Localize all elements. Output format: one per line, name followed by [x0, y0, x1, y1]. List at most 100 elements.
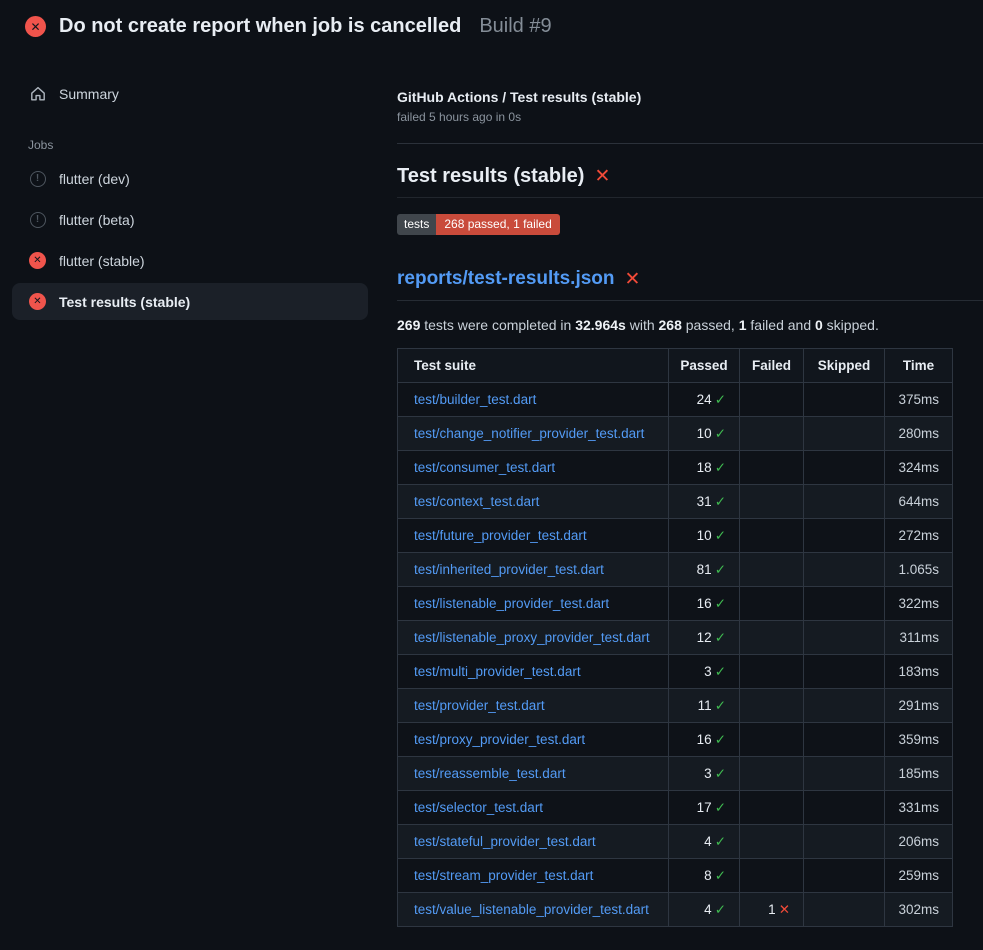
sidebar-job-label: Test results (stable) — [59, 294, 190, 310]
x-icon: ✕ — [779, 902, 790, 917]
suite-link[interactable]: test/builder_test.dart — [414, 392, 536, 407]
build-number: Build #9 — [479, 15, 551, 38]
run-meta: failed 5 hours ago in 0s — [397, 110, 983, 124]
x-circle-icon: ✕ — [29, 293, 46, 310]
summary-segment: skipped. — [823, 317, 879, 333]
check-icon: ✓ — [715, 766, 726, 781]
check-icon: ✓ — [715, 800, 726, 815]
check-icon: ✓ — [715, 494, 726, 509]
check-icon: ✓ — [715, 562, 726, 577]
suite-link[interactable]: test/future_provider_test.dart — [414, 528, 587, 543]
sidebar-item-flutter-beta[interactable]: ! flutter (beta) — [12, 201, 368, 238]
table-row: test/provider_test.dart11✓291ms — [398, 689, 953, 723]
summary-segment: 32.964s — [575, 317, 626, 333]
time-value: 302ms — [885, 893, 953, 927]
check-icon: ✓ — [715, 902, 726, 917]
time-value: 322ms — [885, 587, 953, 621]
check-icon: ✓ — [715, 698, 726, 713]
column-header-test-suite: Test suite — [398, 349, 669, 383]
time-value: 644ms — [885, 485, 953, 519]
time-value: 1.065s — [885, 553, 953, 587]
check-icon: ✓ — [715, 392, 726, 407]
table-row: test/change_notifier_provider_test.dart1… — [398, 417, 953, 451]
suite-link[interactable]: test/multi_provider_test.dart — [414, 664, 581, 679]
suite-link[interactable]: test/stream_provider_test.dart — [414, 868, 593, 883]
table-row: test/context_test.dart31✓644ms — [398, 485, 953, 519]
sidebar-item-flutter-stable[interactable]: ✕ flutter (stable) — [12, 242, 368, 279]
x-circle-icon: ✕ — [25, 16, 46, 37]
check-icon: ✓ — [715, 868, 726, 883]
time-value: 291ms — [885, 689, 953, 723]
column-header-failed: Failed — [740, 349, 804, 383]
badge-value: 268 passed, 1 failed — [436, 214, 559, 235]
time-value: 185ms — [885, 757, 953, 791]
sidebar-summary-label: Summary — [59, 86, 119, 102]
build-header: ✕ Do not create report when job is cance… — [0, 0, 983, 51]
report-title-row[interactable]: reports/test-results.json ✕ — [397, 268, 983, 301]
jobs-section-label: Jobs — [28, 138, 380, 152]
sidebar-job-label: flutter (stable) — [59, 253, 145, 269]
suite-link[interactable]: test/context_test.dart — [414, 494, 539, 509]
time-value: 331ms — [885, 791, 953, 825]
time-value: 375ms — [885, 383, 953, 417]
time-value: 311ms — [885, 621, 953, 655]
suite-link[interactable]: test/reassemble_test.dart — [414, 766, 566, 781]
suite-link[interactable]: test/stateful_provider_test.dart — [414, 834, 596, 849]
suite-link[interactable]: test/inherited_provider_test.dart — [414, 562, 604, 577]
sidebar-item-summary[interactable]: Summary — [12, 75, 368, 112]
sidebar-job-label: flutter (dev) — [59, 171, 130, 187]
table-row: test/consumer_test.dart18✓324ms — [398, 451, 953, 485]
suite-link[interactable]: test/proxy_provider_test.dart — [414, 732, 585, 747]
test-results-table: Test suite Passed Failed Skipped Time te… — [397, 348, 953, 927]
suite-link[interactable]: test/consumer_test.dart — [414, 460, 555, 475]
sidebar-item-test-results-stable[interactable]: ✕ Test results (stable) — [12, 283, 368, 320]
red-x-icon: ✕ — [625, 270, 641, 289]
table-row: test/selector_test.dart17✓331ms — [398, 791, 953, 825]
check-icon: ✓ — [715, 596, 726, 611]
suite-link[interactable]: test/change_notifier_provider_test.dart — [414, 426, 644, 441]
suite-link[interactable]: test/value_listenable_provider_test.dart — [414, 902, 649, 917]
summary-segment: 0 — [815, 317, 823, 333]
divider — [397, 143, 983, 144]
time-value: 272ms — [885, 519, 953, 553]
time-value: 280ms — [885, 417, 953, 451]
badge-label: tests — [397, 214, 436, 235]
summary-segment: 269 — [397, 317, 420, 333]
check-icon: ✓ — [715, 664, 726, 679]
tests-badge: tests 268 passed, 1 failed — [397, 214, 560, 235]
check-icon: ✓ — [715, 630, 726, 645]
suite-link[interactable]: test/selector_test.dart — [414, 800, 543, 815]
table-row: test/proxy_provider_test.dart16✓359ms — [398, 723, 953, 757]
time-value: 183ms — [885, 655, 953, 689]
column-header-time: Time — [885, 349, 953, 383]
sidebar-item-flutter-dev[interactable]: ! flutter (dev) — [12, 160, 368, 197]
check-icon: ✓ — [715, 426, 726, 441]
x-circle-icon: ✕ — [29, 252, 46, 269]
table-row: test/stream_provider_test.dart8✓259ms — [398, 859, 953, 893]
check-icon: ✓ — [715, 732, 726, 747]
suite-link[interactable]: test/listenable_provider_test.dart — [414, 596, 609, 611]
check-icon: ✓ — [715, 460, 726, 475]
suite-link[interactable]: test/provider_test.dart — [414, 698, 545, 713]
section-title-row: Test results (stable) ✕ — [397, 165, 983, 198]
report-title-link[interactable]: reports/test-results.json — [397, 268, 615, 290]
table-row: test/future_provider_test.dart10✓272ms — [398, 519, 953, 553]
neutral-status-icon: ! — [29, 170, 46, 187]
summary-segment: tests were completed in — [420, 317, 575, 333]
suite-link[interactable]: test/listenable_proxy_provider_test.dart — [414, 630, 650, 645]
table-row: test/stateful_provider_test.dart4✓206ms — [398, 825, 953, 859]
table-row: test/builder_test.dart24✓375ms — [398, 383, 953, 417]
table-row: test/multi_provider_test.dart3✓183ms — [398, 655, 953, 689]
time-value: 359ms — [885, 723, 953, 757]
table-header-row: Test suite Passed Failed Skipped Time — [398, 349, 953, 383]
table-row: test/listenable_proxy_provider_test.dart… — [398, 621, 953, 655]
table-row: test/reassemble_test.dart3✓185ms — [398, 757, 953, 791]
column-header-skipped: Skipped — [804, 349, 885, 383]
summary-segment: 1 — [739, 317, 747, 333]
main-content: GitHub Actions / Test results (stable) f… — [380, 51, 983, 927]
time-value: 206ms — [885, 825, 953, 859]
summary-segment: with — [626, 317, 659, 333]
home-icon — [29, 85, 46, 102]
sidebar: Summary Jobs ! flutter (dev) ! flutter (… — [0, 51, 380, 324]
check-icon: ✓ — [715, 834, 726, 849]
